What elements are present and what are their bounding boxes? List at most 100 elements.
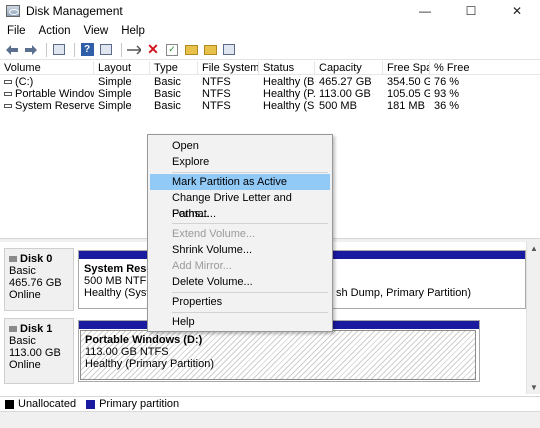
volume-percent-free: 76 % [434, 76, 460, 88]
column-header-file-system[interactable]: File System [198, 61, 259, 75]
disk-label[interactable]: Disk 1 Basic 113.00 GB Online [4, 318, 74, 384]
delete-icon[interactable]: ✕ [145, 41, 161, 58]
disk-name: Disk 1 [20, 323, 53, 335]
partition-block[interactable]: System Reserve 500 MB NTFS Healthy (Syst… [80, 260, 149, 308]
menu-item-explore[interactable]: Explore [150, 154, 330, 170]
volume-file-system: NTFS [202, 100, 231, 112]
new-folder-icon[interactable] [183, 42, 199, 58]
check-icon[interactable]: ✓ [164, 42, 180, 58]
table-row[interactable]: (C:) Simple Basic NTFS Healthy (B... 465… [0, 76, 540, 88]
menu-help[interactable]: Help [114, 25, 151, 37]
window-title: Disk Management [26, 4, 123, 18]
volume-layout: Simple [98, 100, 132, 112]
menu-separator [172, 223, 328, 224]
partition-block[interactable]: sh Dump, Primary Partition) [336, 260, 524, 308]
toolbar-separator [46, 42, 47, 57]
disk-management-icon [6, 5, 20, 17]
minimize-button[interactable]: — [402, 0, 448, 22]
connect-icon[interactable] [126, 42, 142, 58]
menu-item-properties[interactable]: Properties [150, 294, 330, 310]
disk-status: Online [9, 359, 41, 371]
menu-action[interactable]: Action [32, 25, 77, 37]
menu-item-add-mirror: Add Mirror... [172, 260, 232, 272]
refresh-icon[interactable] [221, 42, 237, 58]
disk-type: Basic [9, 335, 36, 347]
volume-file-system: NTFS [202, 76, 231, 88]
disk-size: 465.76 GB [9, 277, 62, 289]
column-header-free-space[interactable]: Free Spa... [383, 61, 430, 75]
table-row[interactable]: System Reserved Simple Basic NTFS Health… [0, 100, 540, 112]
partition-block-selected[interactable]: Portable Windows (D:) 113.00 GB NTFS Hea… [80, 330, 476, 380]
volume-name: Portable Windows... [15, 88, 94, 100]
context-menu: Open Explore Mark Partition as Active Ch… [147, 134, 333, 332]
menu-item-help[interactable]: Help [150, 314, 330, 330]
legend-primary-partition: Primary partition [99, 398, 180, 410]
volume-file-system: NTFS [202, 88, 231, 100]
help-icon[interactable]: ? [79, 42, 95, 58]
volume-table-header: Volume Layout Type File System Status Ca… [0, 61, 540, 75]
volume-type: Basic [154, 76, 181, 88]
scroll-up-icon[interactable]: ▲ [530, 244, 538, 253]
menu-item-format[interactable]: Format... [150, 206, 330, 222]
volume-layout: Simple [98, 88, 132, 100]
volume-free-space: 105.05 GB [387, 88, 430, 100]
toolbar-separator [74, 42, 75, 57]
window-controls: — ☐ ✕ [402, 0, 540, 22]
volume-type: Basic [154, 88, 181, 100]
volume-name: (C:) [15, 76, 34, 88]
table-row[interactable]: Portable Windows... Simple Basic NTFS He… [0, 88, 540, 100]
volume-free-space: 181 MB [387, 100, 425, 112]
menu-item-delete-volume[interactable]: Delete Volume... [150, 274, 330, 290]
disk-name: Disk 0 [20, 253, 53, 265]
partition-status: Healthy (System, [84, 287, 149, 299]
unallocated-swatch [5, 399, 14, 409]
menu-item-open[interactable]: Open [150, 138, 330, 154]
column-header-volume[interactable]: Volume [0, 61, 94, 75]
partition-name: Portable Windows (D:) [85, 334, 203, 346]
back-icon[interactable] [4, 42, 20, 58]
menu-item-extend-volume: Extend Volume... [172, 228, 256, 240]
volume-icon [4, 104, 12, 109]
disk-icon [9, 326, 17, 333]
volume-icon [4, 92, 12, 97]
partition-detail: 113.00 GB NTFS [85, 346, 169, 358]
volume-capacity: 500 MB [319, 100, 357, 112]
properties-icon[interactable] [98, 42, 114, 58]
legend-unallocated: Unallocated [18, 398, 77, 410]
status-bar [0, 411, 540, 428]
volume-type: Basic [154, 100, 181, 112]
disk-label[interactable]: Disk 0 Basic 465.76 GB Online [4, 248, 74, 311]
vertical-scrollbar[interactable]: ▲ ▼ [526, 242, 540, 394]
disk-type: Basic [9, 265, 36, 277]
partition-name: System Reserve [84, 263, 149, 275]
menu-file[interactable]: File [0, 25, 32, 37]
scroll-down-icon[interactable]: ▼ [530, 383, 538, 392]
volume-status: Healthy (P... [263, 88, 315, 100]
menu-item-change-drive-letter[interactable]: Change Drive Letter and Paths... [150, 190, 330, 220]
title-bar: Disk Management — ☐ ✕ [0, 0, 540, 22]
column-header-capacity[interactable]: Capacity [315, 61, 383, 75]
column-header-percent-free[interactable]: % Free [430, 61, 540, 75]
menu-item-shrink-volume[interactable]: Shrink Volume... [150, 242, 330, 258]
volume-percent-free: 36 % [434, 100, 460, 112]
volume-percent-free: 93 % [434, 88, 460, 100]
maximize-button[interactable]: ☐ [448, 0, 494, 22]
toolbar: ? ✕ ✓ [0, 40, 540, 60]
partition-status: sh Dump, Primary Partition) [336, 287, 472, 299]
column-header-type[interactable]: Type [150, 61, 198, 75]
volume-name: System Reserved [15, 100, 94, 112]
menu-bar: File Action View Help [0, 22, 540, 40]
console-tree-icon[interactable] [51, 42, 67, 58]
partition-detail: 500 MB NTFS [84, 275, 149, 287]
explore-icon[interactable] [202, 42, 218, 58]
column-header-layout[interactable]: Layout [94, 61, 150, 75]
close-button[interactable]: ✕ [494, 0, 540, 22]
forward-icon[interactable] [23, 42, 39, 58]
volume-status: Healthy (S... [263, 100, 315, 112]
column-header-status[interactable]: Status [259, 61, 315, 75]
disk-icon [9, 256, 17, 263]
volume-free-space: 354.50 GB [387, 76, 430, 88]
menu-item-mark-partition-active[interactable]: Mark Partition as Active [150, 174, 330, 190]
menu-view[interactable]: View [77, 25, 115, 37]
volume-layout: Simple [98, 76, 132, 88]
